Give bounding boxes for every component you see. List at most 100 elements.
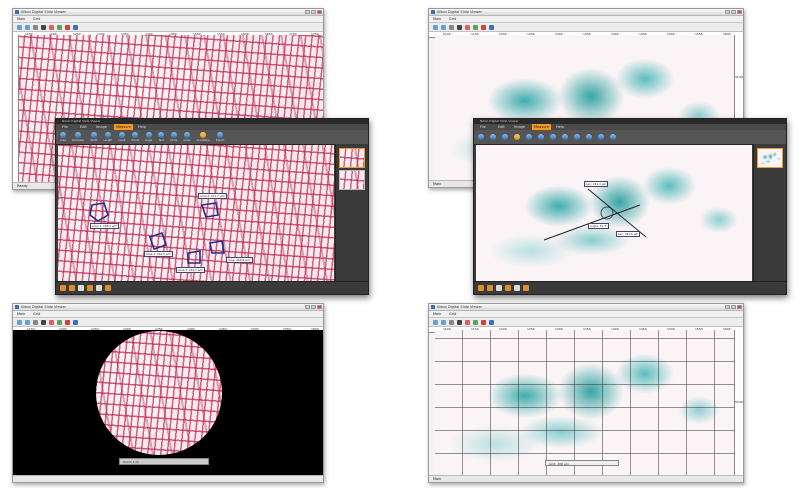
tissue-image[interactable]: Area 1: 358.3 μm² Area 2: 242.0 μm² Area… — [58, 145, 334, 281]
tool-points[interactable]: Points — [132, 132, 139, 142]
zoom-out-icon[interactable] — [25, 24, 30, 30]
tool-angle[interactable] — [550, 134, 556, 140]
minimize-button[interactable] — [305, 305, 310, 309]
zoom-out-icon[interactable] — [25, 319, 30, 325]
tool-export[interactable] — [610, 134, 616, 140]
maximize-button[interactable] — [311, 10, 316, 14]
grid-icon[interactable] — [473, 319, 478, 325]
tab-grid[interactable]: Grid — [33, 311, 40, 317]
menu-measure[interactable]: Measure — [114, 124, 133, 130]
nav-icon[interactable] — [69, 285, 75, 291]
tab-main[interactable]: Main — [433, 16, 441, 22]
menu-image[interactable]: Image — [514, 124, 525, 130]
zoom-out-icon[interactable] — [441, 319, 446, 325]
grid-label-box[interactable]: Grid: 100 μm — [545, 460, 619, 466]
settings-icon[interactable] — [489, 24, 494, 30]
view-icon[interactable] — [496, 285, 502, 291]
close-button[interactable] — [317, 305, 322, 309]
close-button[interactable] — [737, 10, 742, 14]
nav-icon[interactable] — [87, 285, 93, 291]
tab-main[interactable]: Main — [433, 311, 441, 317]
grid-icon[interactable] — [473, 24, 478, 30]
nav-icon[interactable] — [60, 285, 66, 291]
nav-icon[interactable] — [505, 285, 511, 291]
tool-annotation[interactable] — [598, 134, 604, 140]
tab-grid[interactable]: Grid — [449, 311, 456, 317]
stained-sample-image[interactable]: Len: 241.4 μm Angle: 51.7° Len: 301.6 μm — [476, 145, 752, 281]
thumbnail[interactable] — [339, 170, 365, 190]
fit-icon[interactable] — [449, 319, 454, 325]
menu-help[interactable]: Help — [556, 124, 564, 130]
tool-text[interactable] — [562, 134, 568, 140]
menu-measure[interactable]: Measure — [532, 124, 551, 130]
minimize-button[interactable] — [725, 10, 730, 14]
tab-grid[interactable]: Grid — [33, 16, 40, 22]
fit-icon[interactable] — [33, 319, 38, 325]
camera-icon[interactable] — [41, 24, 46, 30]
tool-arrow[interactable] — [586, 134, 592, 140]
tool-area[interactable] — [478, 134, 484, 140]
minimize-button[interactable] — [725, 305, 730, 309]
tool-area[interactable]: Area — [60, 132, 66, 142]
minimize-button[interactable] — [305, 10, 310, 14]
tool-length[interactable] — [514, 134, 520, 140]
zoom-in-icon[interactable] — [433, 24, 438, 30]
zoom-in-icon[interactable] — [433, 319, 438, 325]
menu-edit[interactable]: Edit — [80, 124, 87, 130]
maximize-button[interactable] — [731, 10, 736, 14]
nav-icon[interactable] — [523, 285, 529, 291]
delete-icon[interactable] — [481, 319, 486, 325]
nav-icon[interactable] — [478, 285, 484, 291]
menu-edit[interactable]: Edit — [498, 124, 505, 130]
maximize-button[interactable] — [311, 305, 316, 309]
settings-icon[interactable] — [73, 319, 78, 325]
maximize-button[interactable] — [731, 305, 736, 309]
menu-help[interactable]: Help — [138, 124, 146, 130]
close-button[interactable] — [317, 10, 322, 14]
color-icon[interactable] — [49, 319, 54, 325]
view-icon[interactable] — [78, 285, 84, 291]
tool-circle[interactable] — [574, 134, 580, 140]
tool-angle[interactable]: Angle — [145, 132, 152, 142]
delete-icon[interactable] — [65, 24, 70, 30]
menu-file[interactable]: File — [62, 124, 68, 130]
tab-main[interactable]: Main — [17, 311, 25, 317]
tool-width[interactable] — [502, 134, 508, 140]
tool-count[interactable]: Count — [118, 132, 126, 142]
tool-count[interactable] — [526, 134, 532, 140]
settings-icon[interactable] — [73, 24, 78, 30]
zoom-control[interactable]: Zoom 1.0x — [119, 458, 209, 465]
tool-perimeter[interactable] — [490, 134, 496, 140]
tool-points[interactable] — [538, 134, 544, 140]
nav-icon[interactable] — [487, 285, 493, 291]
menu-file[interactable]: File — [480, 124, 486, 130]
zoom-in-icon[interactable] — [17, 319, 22, 325]
thumbnail[interactable] — [757, 148, 783, 168]
camera-icon[interactable] — [457, 319, 462, 325]
fit-icon[interactable] — [33, 24, 38, 30]
nav-icon[interactable] — [105, 285, 111, 291]
menu-image[interactable]: Image — [96, 124, 107, 130]
zoom-out-icon[interactable] — [441, 24, 446, 30]
tab-grid[interactable]: Grid — [449, 16, 456, 22]
tool-circle[interactable]: Circle — [170, 132, 177, 142]
view-icon[interactable] — [96, 285, 102, 291]
tool-width[interactable]: Width — [90, 132, 97, 142]
grid-icon[interactable] — [57, 24, 62, 30]
delete-icon[interactable] — [65, 319, 70, 325]
tab-main[interactable]: Main — [17, 16, 25, 22]
camera-icon[interactable] — [41, 319, 46, 325]
view-icon[interactable] — [514, 285, 520, 291]
settings-icon[interactable] — [489, 319, 494, 325]
camera-icon[interactable] — [457, 24, 462, 30]
tool-perimeter[interactable]: Perimeter — [72, 132, 84, 142]
tool-text[interactable]: Text — [158, 132, 165, 142]
close-button[interactable] — [737, 305, 742, 309]
stained-sample-image-with-grid[interactable]: Grid: 100 μm — [435, 330, 735, 476]
color-icon[interactable] — [465, 319, 470, 325]
color-icon[interactable] — [49, 24, 54, 30]
delete-icon[interactable] — [481, 24, 486, 30]
zoom-in-icon[interactable] — [17, 24, 22, 30]
tool-annotation[interactable]: Annotation — [196, 132, 210, 142]
tool-export[interactable]: Export — [216, 132, 224, 142]
